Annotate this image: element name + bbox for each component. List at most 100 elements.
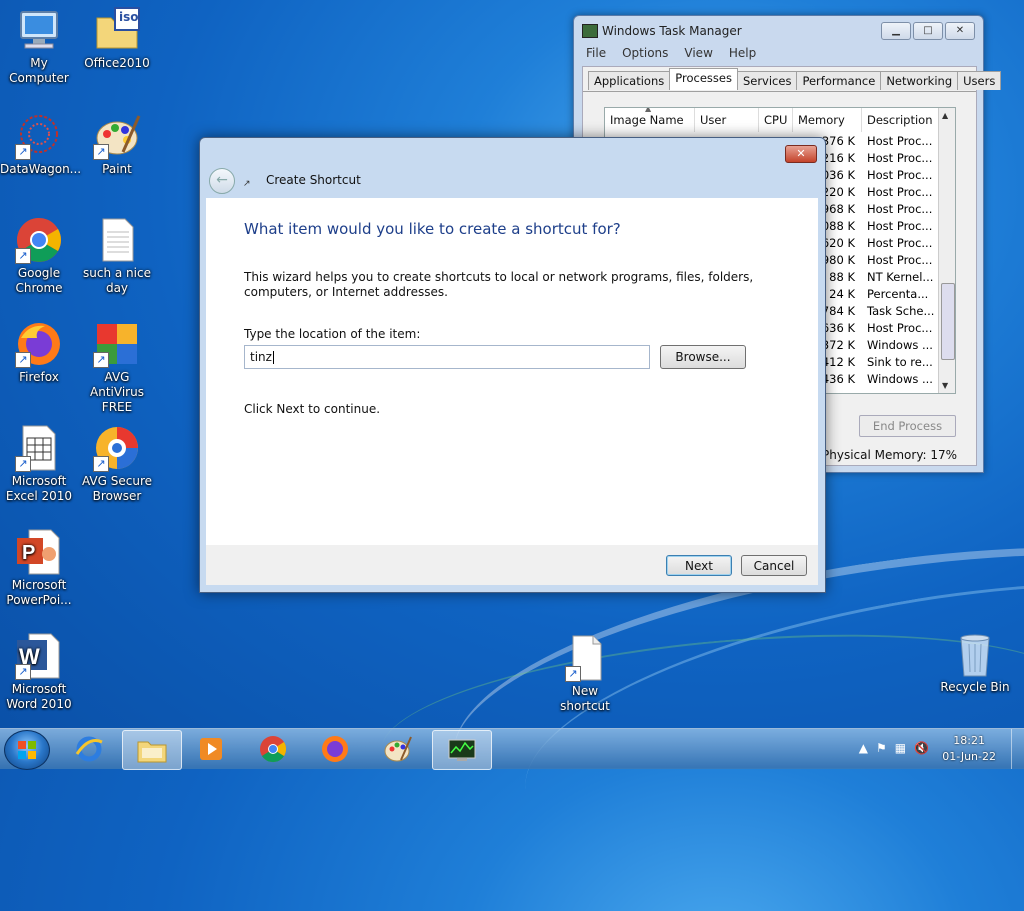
clock-date: 01-Jun-22: [942, 750, 996, 763]
description-cell: Windows ...: [867, 338, 933, 352]
paint-palette-icon: ↗: [93, 112, 141, 160]
next-button[interactable]: Next: [666, 555, 732, 576]
desktop-icon-avg-secure-browser[interactable]: ↗ AVG Secure Browser: [78, 424, 156, 504]
desktop-icon-new-shortcut[interactable]: ↗ New shortcut: [546, 634, 624, 714]
desktop-icon-label: Microsoft Word 2010: [6, 682, 72, 711]
scroll-down-icon[interactable]: ▼: [942, 381, 948, 390]
show-hidden-icons-icon[interactable]: ▲: [859, 741, 868, 755]
browse-button[interactable]: Browse...: [660, 345, 746, 369]
network-icon[interactable]: ▦: [895, 741, 906, 755]
desktop-icon-label: Office2010: [84, 56, 150, 70]
vertical-scrollbar[interactable]: ▲ ▼: [938, 108, 955, 393]
tab-services[interactable]: Services: [736, 71, 798, 90]
dialog-title: Create Shortcut: [266, 173, 361, 187]
shortcut-arrow-icon: ↗: [15, 456, 31, 472]
close-button[interactable]: ✕: [785, 145, 817, 163]
desktop-icon-google-chrome[interactable]: ↗ Google Chrome: [0, 216, 78, 296]
shortcut-arrow-icon: ↗: [15, 144, 31, 160]
start-button[interactable]: [4, 730, 50, 770]
back-arrow-icon[interactable]: ←: [209, 168, 235, 194]
taskbar-internet-explorer[interactable]: [60, 730, 118, 768]
minimize-button[interactable]: ▁: [881, 22, 911, 40]
chrome-icon: [260, 736, 287, 763]
desktop-icon-word[interactable]: W ↗ Microsoft Word 2010: [0, 632, 78, 712]
word-icon: W ↗: [15, 632, 63, 680]
taskbar-firefox[interactable]: [306, 730, 364, 768]
desktop-icon-label: DataWagon...: [0, 162, 82, 176]
desktop-icon-paint[interactable]: ↗ Paint: [78, 112, 156, 177]
desktop-icon-label: Paint: [102, 162, 132, 176]
desktop-icon-avg-antivirus[interactable]: ↗ AVG AntiVirus FREE: [78, 320, 156, 415]
column-header-memory[interactable]: Memory (...: [793, 108, 862, 151]
desktop-icon-label: AVG Secure Browser: [81, 474, 153, 503]
firefox-icon: [322, 736, 348, 762]
taskbar-chrome[interactable]: [244, 730, 302, 768]
desktop-icon-label: AVG AntiVirus FREE: [90, 370, 144, 414]
tab-strip: Applications Processes Services Performa…: [588, 68, 1002, 90]
menu-options[interactable]: Options: [622, 46, 668, 60]
menu-view[interactable]: View: [684, 46, 712, 60]
tab-applications[interactable]: Applications: [588, 71, 671, 90]
tab-processes[interactable]: Processes: [669, 68, 738, 90]
description-cell: Host Proc...: [867, 202, 933, 216]
tab-performance[interactable]: Performance: [796, 71, 882, 90]
shortcut-small-icon: ↗: [243, 179, 251, 189]
shortcut-arrow-icon: ↗: [15, 664, 31, 680]
desktop-icon-excel[interactable]: ↗ Microsoft Excel 2010: [0, 424, 78, 504]
clock[interactable]: 18:21 01-Jun-22: [942, 733, 996, 765]
tab-divider: [583, 91, 976, 92]
menu-file[interactable]: File: [586, 46, 606, 60]
desktop-icon-label: New shortcut: [560, 684, 610, 713]
taskbar-explorer[interactable]: [122, 730, 182, 770]
iso-badge: iso: [119, 10, 139, 24]
description-cell: Percenta...: [867, 287, 929, 301]
maximize-button[interactable]: □: [913, 22, 943, 40]
location-input-value: tinz: [250, 350, 272, 364]
description-cell: Host Proc...: [867, 168, 933, 182]
taskbar-task-manager[interactable]: [432, 730, 492, 770]
column-header-cpu[interactable]: CPU: [759, 108, 793, 132]
desktop-icon-label: Recycle Bin: [940, 680, 1010, 694]
create-shortcut-dialog[interactable]: ✕ ← ↗ Create Shortcut What item would yo…: [199, 137, 826, 593]
scrollbar-thumb[interactable]: [941, 283, 955, 360]
tab-networking[interactable]: Networking: [880, 71, 959, 90]
firefox-icon: ↗: [15, 320, 63, 368]
clock-time: 18:21: [953, 734, 985, 747]
description-cell: Host Proc...: [867, 134, 933, 148]
column-header-description[interactable]: Description: [862, 108, 937, 132]
taskbar: ▲ ⚑ ▦ 🔇 18:21 01-Jun-22: [0, 728, 1024, 770]
description-cell: Host Proc...: [867, 219, 933, 233]
description-cell: Sink to re...: [867, 355, 933, 369]
shortcut-arrow-icon: ↗: [565, 666, 581, 682]
powerpoint-icon: P: [15, 528, 63, 576]
tab-users[interactable]: Users: [957, 71, 1002, 90]
column-header-user-name[interactable]: User Name: [695, 108, 759, 151]
description-cell: Host Proc...: [867, 185, 933, 199]
show-desktop-button[interactable]: [1011, 729, 1024, 769]
desktop-icon-datawagon[interactable]: ↗ DataWagon...: [0, 112, 82, 177]
text-document-icon: [93, 216, 141, 264]
shortcut-arrow-icon: ↗: [15, 352, 31, 368]
end-process-button[interactable]: End Process: [859, 415, 956, 437]
desktop-icon-powerpoint[interactable]: P Microsoft PowerPoi...: [0, 528, 78, 608]
shortcut-arrow-icon: ↗: [93, 144, 109, 160]
physical-memory-status: Physical Memory: 17%: [822, 448, 958, 462]
description-cell: Host Proc...: [867, 253, 933, 267]
excel-document-icon: ↗: [15, 424, 63, 472]
desktop-icon-such-a-nice-day[interactable]: such a nice day: [78, 216, 156, 296]
desktop-icon-my-computer[interactable]: My Computer: [0, 6, 78, 86]
cancel-button[interactable]: Cancel: [741, 555, 807, 576]
shortcut-arrow-icon: ↗: [93, 352, 109, 368]
desktop-icon-recycle-bin[interactable]: Recycle Bin: [936, 630, 1014, 695]
desktop-icon-firefox[interactable]: ↗ Firefox: [0, 320, 78, 385]
desktop-icon-office2010[interactable]: iso Office2010: [78, 6, 156, 71]
location-input[interactable]: tinz: [244, 345, 650, 369]
taskbar-media-player[interactable]: [182, 730, 240, 768]
description-cell: Host Proc...: [867, 151, 933, 165]
volume-muted-icon[interactable]: 🔇: [914, 741, 929, 755]
action-center-icon[interactable]: ⚑: [876, 741, 887, 755]
menu-help[interactable]: Help: [729, 46, 756, 60]
close-button[interactable]: ✕: [945, 22, 975, 40]
scroll-up-icon[interactable]: ▲: [942, 111, 948, 120]
taskbar-paint[interactable]: [368, 730, 426, 768]
